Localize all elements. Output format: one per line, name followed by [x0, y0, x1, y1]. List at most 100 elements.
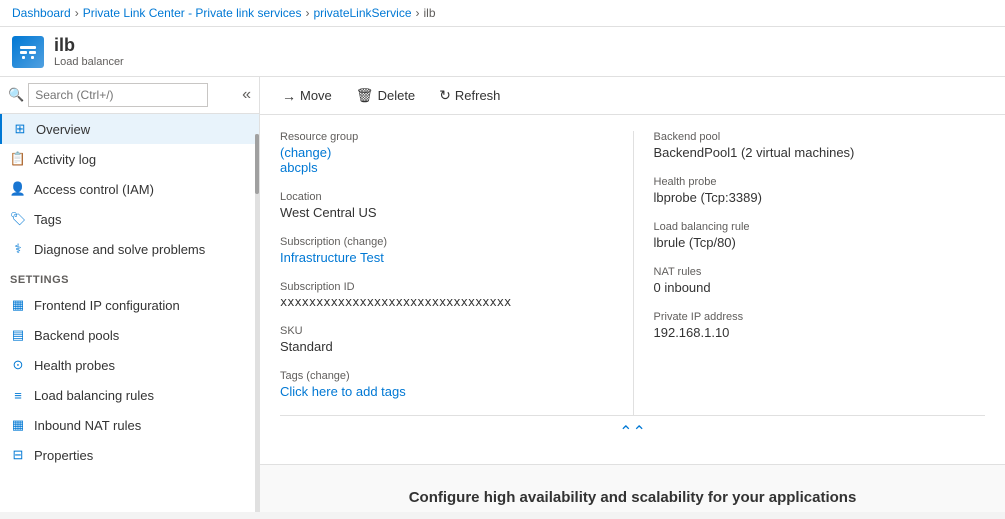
location-label: Location — [280, 191, 613, 203]
sidebar-label-lbrules: Load balancing rules — [34, 388, 154, 403]
promo-section: Configure high availability and scalabil… — [260, 464, 1005, 512]
sidebar-item-backend-pools[interactable]: ▤ Backend pools — [0, 320, 259, 350]
sidebar-label-backend: Backend pools — [34, 328, 119, 343]
location-value: West Central US — [280, 205, 613, 220]
sidebar-item-iam[interactable]: 👤 Access control (IAM) — [0, 174, 259, 204]
resource-group-value: (change) abcpls — [280, 145, 613, 175]
subscription-value: Infrastructure Test — [280, 250, 613, 265]
sidebar-item-nat-rules[interactable]: ▦ Inbound NAT rules — [0, 410, 259, 440]
frontend-icon: ▦ — [10, 297, 26, 313]
resource-header: ilb Load balancer — [0, 27, 1005, 77]
sidebar-label-activity: Activity log — [34, 152, 96, 167]
collapse-button[interactable]: ⌃⌃ — [280, 415, 985, 448]
subscription-id-value: xxxxxxxxxxxxxxxxxxxxxxxxxxxxxxxx — [280, 295, 613, 309]
refresh-button[interactable]: ↻ Refresh — [429, 83, 510, 108]
scroll-indicator — [255, 114, 259, 512]
promo-title: Configure high availability and scalabil… — [300, 489, 965, 506]
breadcrumb-private-link-service[interactable]: privateLinkService — [313, 6, 411, 20]
sidebar-nav: ⊞ Overview 📋 Activity log 👤 Access contr… — [0, 114, 259, 512]
add-tags-link[interactable]: Click here to add tags — [280, 384, 406, 399]
breadcrumb-private-link-center[interactable]: Private Link Center - Private link servi… — [83, 6, 302, 20]
tags-label: Tags (change) — [280, 370, 613, 382]
private-ip-value: 192.168.1.10 — [654, 325, 966, 340]
subscription-label: Subscription (change) — [280, 236, 613, 248]
sidebar-label-diagnose: Diagnose and solve problems — [34, 242, 205, 257]
breadcrumb: Dashboard › Private Link Center - Privat… — [0, 0, 1005, 27]
sidebar-item-frontend-ip[interactable]: ▦ Frontend IP configuration — [0, 290, 259, 320]
tags-section: Tags (change) Click here to add tags — [280, 370, 633, 415]
sidebar: 🔍 « ⊞ Overview 📋 Activity log 👤 Access c… — [0, 77, 260, 512]
resource-group-label: Resource group — [280, 131, 613, 143]
info-grid: Resource group (change) abcpls Location … — [280, 131, 985, 415]
diagnose-icon: ⚕ — [10, 241, 26, 257]
health-probe-section: Health probe lbprobe (Tcp:3389) — [654, 176, 986, 221]
sidebar-label-overview: Overview — [36, 122, 90, 137]
tags-value[interactable]: Click here to add tags — [280, 384, 613, 399]
backend-pool-value: BackendPool1 (2 virtual machines) — [654, 145, 966, 160]
right-column: Backend pool BackendPool1 (2 virtual mac… — [633, 131, 986, 415]
sidebar-item-properties[interactable]: ⊟ Properties — [0, 440, 259, 470]
sidebar-item-diagnose[interactable]: ⚕ Diagnose and solve problems — [0, 234, 259, 264]
sidebar-item-tags[interactable]: 🏷 Tags — [0, 204, 259, 234]
sidebar-label-tags: Tags — [34, 212, 61, 227]
sidebar-item-overview[interactable]: ⊞ Overview — [0, 114, 259, 144]
settings-section-header: Settings — [0, 264, 259, 290]
backend-pool-section: Backend pool BackendPool1 (2 virtual mac… — [654, 131, 986, 176]
resource-group-change-link[interactable]: (change) — [280, 145, 331, 160]
resource-icon — [12, 36, 44, 68]
subscription-id-label: Subscription ID — [280, 281, 613, 293]
properties-icon: ⊟ — [10, 447, 26, 463]
header-text: ilb Load balancer — [54, 35, 124, 68]
iam-icon: 👤 — [10, 181, 26, 197]
private-ip-label: Private IP address — [654, 311, 966, 323]
main-layout: 🔍 « ⊞ Overview 📋 Activity log 👤 Access c… — [0, 77, 1005, 512]
resource-title: ilb — [54, 35, 124, 56]
main-area: → Move 🗑 Delete ↻ Refresh Resource group — [260, 77, 1005, 512]
toolbar: → Move 🗑 Delete ↻ Refresh — [260, 77, 1005, 115]
delete-icon: 🗑 — [356, 87, 374, 104]
subscription-link[interactable]: Infrastructure Test — [280, 250, 384, 265]
lb-rule-label: Load balancing rule — [654, 221, 966, 233]
sidebar-label-health: Health probes — [34, 358, 115, 373]
subscription-id-section: Subscription ID xxxxxxxxxxxxxxxxxxxxxxxx… — [280, 281, 633, 325]
left-column: Resource group (change) abcpls Location … — [280, 131, 633, 415]
expand-icon[interactable]: « — [242, 86, 251, 104]
private-ip-section: Private IP address 192.168.1.10 — [654, 311, 986, 356]
nat-icon: ▦ — [10, 417, 26, 433]
overview-icon: ⊞ — [12, 121, 28, 137]
search-icon: 🔍 — [8, 87, 24, 103]
sidebar-label-properties: Properties — [34, 448, 93, 463]
overview-content: Resource group (change) abcpls Location … — [260, 115, 1005, 464]
sidebar-item-activity-log[interactable]: 📋 Activity log — [0, 144, 259, 174]
search-container: 🔍 « — [0, 77, 259, 114]
sidebar-item-lb-rules[interactable]: ≡ Load balancing rules — [0, 380, 259, 410]
nat-rules-value: 0 inbound — [654, 280, 966, 295]
health-probe-value: lbprobe (Tcp:3389) — [654, 190, 966, 205]
activity-icon: 📋 — [10, 151, 26, 167]
sidebar-label-nat: Inbound NAT rules — [34, 418, 141, 433]
lbrules-icon: ≡ — [10, 387, 26, 403]
move-button[interactable]: → Move — [272, 84, 342, 108]
lb-rule-section: Load balancing rule lbrule (Tcp/80) — [654, 221, 986, 266]
search-input[interactable] — [28, 83, 208, 107]
sidebar-label-frontend: Frontend IP configuration — [34, 298, 180, 313]
sidebar-item-health-probes[interactable]: ⊙ Health probes — [0, 350, 259, 380]
breadcrumb-dashboard[interactable]: Dashboard — [12, 6, 71, 20]
sku-label: SKU — [280, 325, 613, 337]
sidebar-scroll-wrapper: ⊞ Overview 📋 Activity log 👤 Access contr… — [0, 114, 259, 512]
nat-rules-section: NAT rules 0 inbound — [654, 266, 986, 311]
resource-subtitle: Load balancer — [54, 56, 124, 68]
health-icon: ⊙ — [10, 357, 26, 373]
backend-icon: ▤ — [10, 327, 26, 343]
sidebar-label-iam: Access control (IAM) — [34, 182, 154, 197]
location-section: Location West Central US — [280, 191, 633, 236]
backend-pool-label: Backend pool — [654, 131, 966, 143]
resource-group-name[interactable]: abcpls — [280, 160, 318, 175]
tags-icon: 🏷 — [10, 211, 26, 227]
nat-rules-label: NAT rules — [654, 266, 966, 278]
lb-rule-value: lbrule (Tcp/80) — [654, 235, 966, 250]
health-probe-label: Health probe — [654, 176, 966, 188]
sku-value: Standard — [280, 339, 613, 354]
delete-button[interactable]: 🗑 Delete — [346, 83, 425, 108]
resource-group-section: Resource group (change) abcpls — [280, 131, 633, 191]
